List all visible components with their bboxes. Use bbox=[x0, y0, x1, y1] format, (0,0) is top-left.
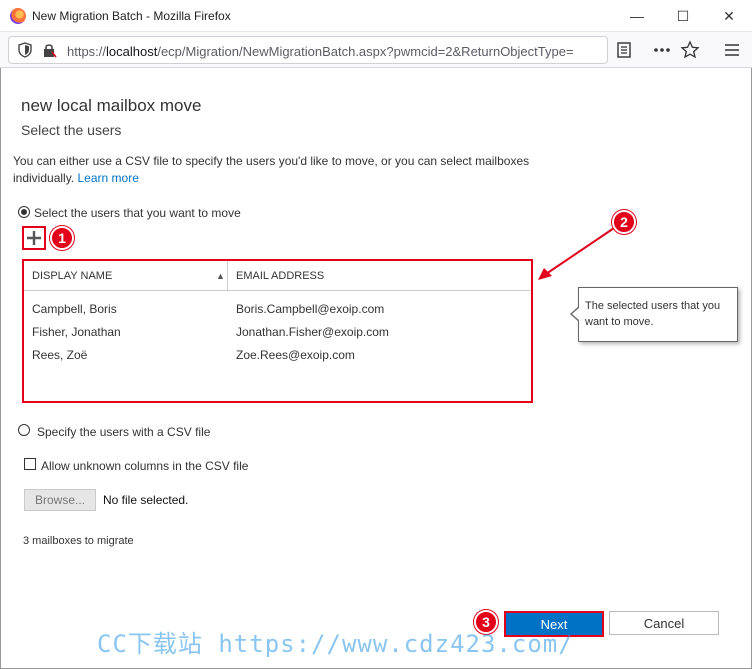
tooltip-pointer-fill bbox=[572, 307, 580, 321]
row-1-email[interactable]: Boris.Campbell@exoip.com bbox=[236, 302, 384, 316]
grid-header: DISPLAY NAME ▲ EMAIL ADDRESS bbox=[24, 261, 531, 291]
allow-unknown-columns-checkbox[interactable] bbox=[24, 458, 36, 470]
maximize-button[interactable]: ☐ bbox=[660, 0, 706, 32]
more-icon[interactable] bbox=[652, 40, 672, 60]
learn-more-link[interactable]: Learn more bbox=[78, 171, 139, 185]
column-display-name[interactable]: DISPLAY NAME bbox=[32, 270, 112, 282]
users-grid: DISPLAY NAME ▲ EMAIL ADDRESS Campbell, B… bbox=[22, 259, 533, 403]
page-subtitle: Select the users bbox=[21, 122, 122, 138]
window-titlebar: New Migration Batch - Mozilla Firefox — … bbox=[0, 0, 752, 32]
minimize-button[interactable]: — bbox=[614, 0, 660, 32]
select-users-radio[interactable] bbox=[18, 206, 30, 218]
plus-icon bbox=[27, 231, 41, 245]
row-1-display-name[interactable]: Campbell, Boris bbox=[32, 302, 117, 316]
selected-users-tooltip: The selected users that you want to move… bbox=[578, 287, 738, 342]
row-3-display-name[interactable]: Rees, Zoë bbox=[32, 348, 87, 362]
column-separator bbox=[227, 261, 228, 291]
reader-view-icon[interactable] bbox=[614, 40, 634, 60]
lock-icon[interactable] bbox=[41, 42, 57, 58]
callout-1: 1 bbox=[50, 226, 74, 250]
row-2-email[interactable]: Jonathan.Fisher@exoip.com bbox=[236, 325, 389, 339]
page-title: new local mailbox move bbox=[21, 96, 202, 115]
file-status: No file selected. bbox=[103, 493, 189, 507]
browse-button[interactable]: Browse... bbox=[24, 489, 96, 511]
sort-ascending-icon[interactable]: ▲ bbox=[216, 271, 225, 281]
select-users-label: Select the users that you want to move bbox=[34, 206, 241, 220]
menu-icon[interactable] bbox=[722, 40, 742, 60]
window-title: New Migration Batch - Mozilla Firefox bbox=[32, 9, 231, 23]
csv-label: Specify the users with a CSV file bbox=[37, 425, 211, 439]
url-bar[interactable]: https://localhost/ecp/Migration/NewMigra… bbox=[8, 36, 608, 64]
url-text[interactable]: https://localhost/ecp/Migration/NewMigra… bbox=[67, 44, 607, 59]
firefox-logo-icon bbox=[10, 8, 26, 24]
watermark: CC下载站 https://www.cdz423.com/ bbox=[97, 630, 574, 658]
page-description: You can either use a CSV file to specify… bbox=[13, 154, 530, 185]
row-2-display-name[interactable]: Fisher, Jonathan bbox=[32, 325, 121, 339]
add-users-button[interactable] bbox=[22, 226, 46, 250]
row-3-email[interactable]: Zoe.Rees@exoip.com bbox=[236, 348, 355, 362]
mailbox-count: 3 mailboxes to migrate bbox=[23, 535, 134, 547]
star-icon[interactable] bbox=[680, 40, 700, 60]
csv-radio[interactable] bbox=[18, 424, 30, 436]
cancel-button[interactable]: Cancel bbox=[609, 611, 719, 635]
allow-unknown-columns-label: Allow unknown columns in the CSV file bbox=[41, 459, 249, 473]
browser-navbar: https://localhost/ecp/Migration/NewMigra… bbox=[0, 32, 752, 68]
close-button[interactable]: ✕ bbox=[706, 0, 752, 32]
column-email-address[interactable]: EMAIL ADDRESS bbox=[236, 270, 324, 282]
callout-2: 2 bbox=[612, 210, 636, 234]
shield-icon[interactable] bbox=[17, 42, 33, 58]
